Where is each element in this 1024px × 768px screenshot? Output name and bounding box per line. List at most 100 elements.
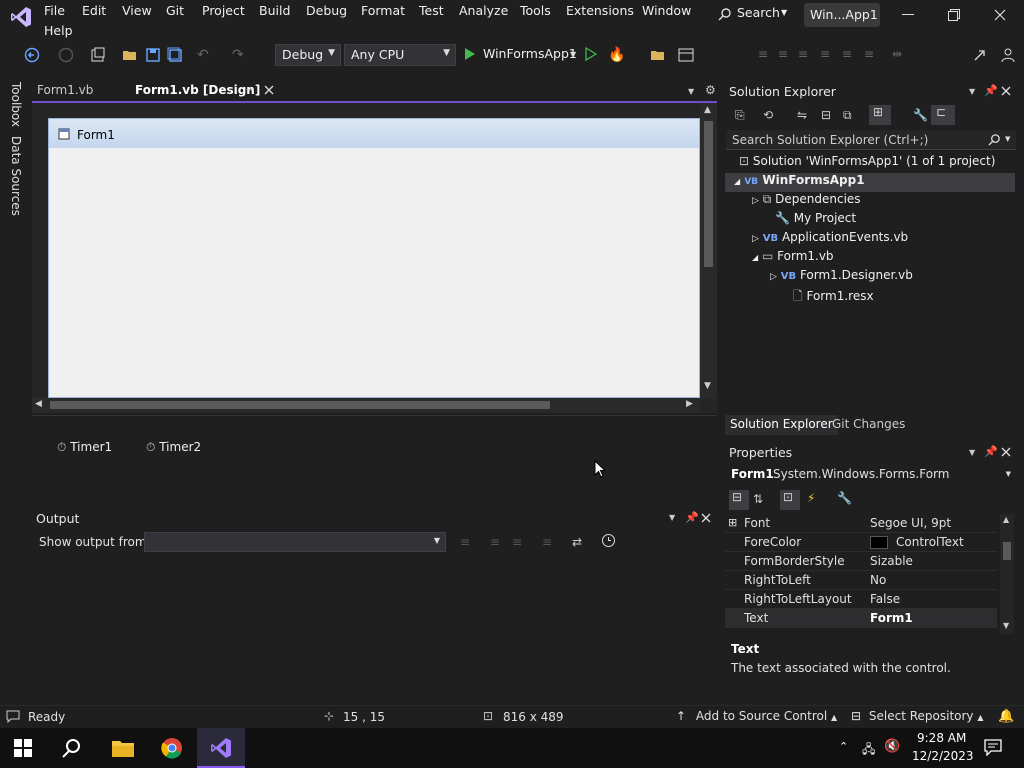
back-icon[interactable] bbox=[24, 47, 40, 63]
tree-form1-vb[interactable]: ◢ ▭ Form1.vb bbox=[752, 249, 834, 268]
object-selector[interactable]: Form1 System.Windows.Forms.Form ▼ bbox=[725, 464, 1017, 486]
align-rights-icon[interactable]: ≡ bbox=[798, 47, 808, 61]
align-tops-icon[interactable]: ≡ bbox=[820, 47, 830, 61]
taskbar-search-icon[interactable] bbox=[61, 737, 83, 759]
search-button[interactable]: Search ▼ bbox=[712, 4, 790, 26]
property-row-text[interactable]: Text Form1 bbox=[725, 609, 997, 628]
properties-view-icon[interactable]: ⊡ bbox=[780, 490, 800, 510]
minimize-icon[interactable] bbox=[902, 14, 914, 15]
chevron-down-icon[interactable]: ▼ bbox=[669, 513, 675, 522]
bell-icon[interactable]: 🔔 bbox=[998, 709, 1014, 724]
spacing-icon[interactable]: ⇹ bbox=[892, 47, 902, 61]
word-wrap-icon[interactable]: ⇄ bbox=[572, 535, 582, 549]
redo-icon[interactable]: ↷ bbox=[232, 47, 244, 63]
hot-reload-icon[interactable]: 🔥 bbox=[608, 47, 625, 63]
network-icon[interactable]: 🖧 bbox=[862, 740, 875, 761]
undo-icon[interactable]: ↶ bbox=[197, 47, 209, 63]
events-lightning-icon[interactable]: ⚡ bbox=[807, 491, 815, 505]
property-row-forecolor[interactable]: ForeColor ControlText bbox=[725, 533, 997, 552]
align-middles-icon[interactable]: ≡ bbox=[842, 47, 852, 61]
switch-views-icon[interactable]: ⇋ bbox=[797, 108, 807, 122]
notifications-icon[interactable] bbox=[984, 738, 1002, 756]
scroll-down-icon[interactable]: ▼ bbox=[704, 381, 711, 391]
menu-git[interactable]: Git bbox=[166, 3, 184, 18]
menu-debug[interactable]: Debug bbox=[306, 3, 347, 18]
property-grid-scrollbar[interactable]: ▲ ▼ bbox=[1000, 514, 1014, 634]
file-explorer-icon[interactable] bbox=[111, 738, 135, 758]
scroll-left-icon[interactable]: ◀ bbox=[35, 399, 42, 409]
property-pages-icon[interactable]: 🔧 bbox=[837, 491, 852, 505]
pin-icon[interactable]: 📌 bbox=[984, 445, 998, 458]
categorized-icon[interactable]: ⊟ bbox=[729, 490, 749, 510]
maximize-icon[interactable] bbox=[948, 9, 960, 21]
close-icon[interactable] bbox=[994, 9, 1006, 21]
data-sources-tab[interactable]: Data Sources bbox=[9, 136, 23, 216]
property-row-formborderstyle[interactable]: FormBorderStyle Sizable bbox=[725, 552, 997, 571]
menu-analyze[interactable]: Analyze bbox=[459, 3, 508, 18]
clock-time[interactable]: 9:28 AM bbox=[917, 731, 966, 745]
chrome-icon[interactable] bbox=[161, 737, 183, 759]
scroll-up-icon[interactable]: ▲ bbox=[1003, 515, 1009, 524]
close-panel-icon[interactable] bbox=[1001, 447, 1011, 457]
scroll-down-icon[interactable]: ▼ bbox=[1003, 621, 1009, 630]
properties-wrench-icon[interactable]: 🔧 bbox=[913, 108, 928, 122]
filter-icon[interactable]: ⊞ bbox=[869, 105, 891, 125]
share-icon[interactable] bbox=[972, 47, 988, 63]
start-without-debugging-icon[interactable] bbox=[584, 47, 598, 61]
align-bottoms-icon[interactable]: ≡ bbox=[864, 47, 874, 61]
menu-window[interactable]: Window bbox=[642, 3, 691, 18]
menu-tools[interactable]: Tools bbox=[520, 3, 551, 18]
find-message-icon[interactable]: ≡ bbox=[460, 535, 470, 549]
layout-icon[interactable] bbox=[678, 47, 694, 63]
preview-icon[interactable]: ⊏ bbox=[931, 105, 955, 125]
scroll-hthumb[interactable] bbox=[50, 401, 550, 409]
save-icon[interactable] bbox=[145, 47, 161, 63]
forward-icon[interactable] bbox=[58, 47, 74, 63]
align-lefts-icon[interactable]: ≡ bbox=[758, 47, 768, 61]
new-project-icon[interactable] bbox=[90, 47, 106, 63]
output-source-dropdown[interactable]: ▼ bbox=[144, 532, 446, 552]
align-centers-icon[interactable]: ≡ bbox=[778, 47, 788, 61]
chevron-down-icon[interactable]: ▼ bbox=[570, 50, 576, 59]
save-all-icon[interactable] bbox=[167, 47, 183, 63]
timer1-component[interactable]: ⏱ Timer1 bbox=[57, 440, 112, 455]
timer2-component[interactable]: ⏱ Timer2 bbox=[146, 440, 201, 455]
volume-muted-icon[interactable]: 🔇 bbox=[884, 739, 900, 754]
form1-window[interactable]: Form1 bbox=[48, 118, 700, 398]
form-title-bar[interactable]: Form1 bbox=[49, 119, 699, 148]
platform-dropdown[interactable]: Any CPU ▼ bbox=[344, 44, 456, 66]
tree-dependencies[interactable]: ▷ ⧉ Dependencies bbox=[752, 192, 861, 211]
tree-application-events[interactable]: ▷ VB ApplicationEvents.vb bbox=[752, 230, 908, 249]
menu-format[interactable]: Format bbox=[361, 3, 405, 18]
add-source-control-button[interactable]: ↑ Add to Source Control ▲ bbox=[676, 709, 837, 723]
expand-icon[interactable]: ⊞ bbox=[728, 516, 737, 529]
chevron-down-icon[interactable]: ▼ bbox=[969, 448, 975, 457]
clock-date[interactable]: 12/2/2023 bbox=[912, 749, 974, 763]
toolbox-tab[interactable]: Toolbox bbox=[9, 82, 23, 127]
menu-extensions[interactable]: Extensions bbox=[566, 3, 634, 18]
next-message-icon[interactable]: ≡ bbox=[512, 535, 522, 549]
tree-solution[interactable]: ⊡ Solution 'WinFormsApp1' (1 of 1 projec… bbox=[739, 154, 995, 173]
tab-solution-explorer[interactable]: Solution Explorer bbox=[725, 415, 838, 435]
close-panel-icon[interactable] bbox=[701, 513, 711, 523]
pin-icon[interactable]: 📌 bbox=[685, 511, 699, 524]
open-folder-icon[interactable] bbox=[122, 47, 138, 63]
configuration-dropdown[interactable]: Debug ▼ bbox=[275, 44, 341, 66]
start-windows-icon[interactable] bbox=[14, 739, 32, 757]
alphabetical-icon[interactable]: ⇅ bbox=[753, 492, 763, 506]
tab-form1-design[interactable]: Form1.vb [Design] bbox=[131, 82, 281, 102]
clear-all-icon[interactable]: ≡ bbox=[542, 535, 552, 549]
scroll-thumb[interactable] bbox=[1003, 542, 1011, 560]
visual-studio-taskbar-icon[interactable] bbox=[197, 728, 245, 768]
scroll-thumb[interactable] bbox=[704, 121, 713, 267]
property-row-righttoleftlayout[interactable]: RightToLeftLayout False bbox=[725, 590, 997, 609]
tab-git-changes[interactable]: Git Changes bbox=[832, 417, 905, 431]
show-all-files-icon[interactable]: ⧉ bbox=[843, 108, 852, 123]
folder-icon[interactable] bbox=[650, 47, 666, 63]
vertical-scrollbar[interactable]: ▲ ▼ bbox=[700, 103, 717, 399]
tab-form1-vb[interactable]: Form1.vb bbox=[33, 82, 97, 102]
menu-build[interactable]: Build bbox=[259, 3, 290, 18]
menu-help[interactable]: Help bbox=[44, 23, 73, 38]
scroll-right-icon[interactable]: ▶ bbox=[686, 399, 693, 409]
feedback-icon[interactable] bbox=[1000, 47, 1016, 63]
